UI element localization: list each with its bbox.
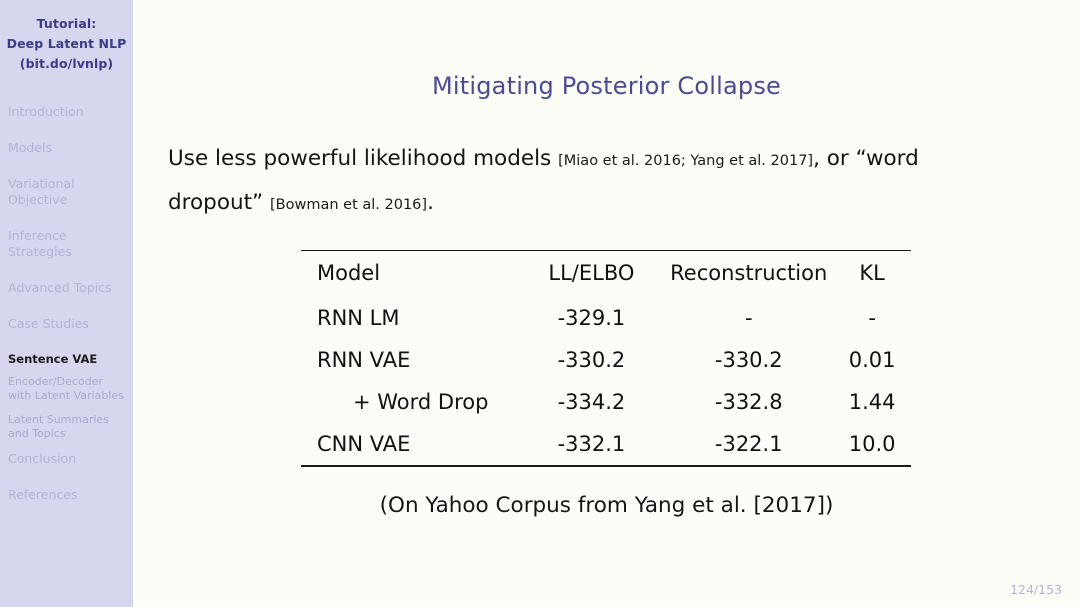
slide-root: Tutorial: Deep Latent NLP (bit.do/lvnlp)… [0, 0, 1080, 607]
cell-model: RNN VAE [317, 348, 411, 372]
body-paragraph: Use less powerful likelihood models [Mia… [168, 138, 986, 226]
cell-model: CNN VAE [317, 432, 411, 456]
sidebar-item-inference-strategies[interactable]: Inference Strategies [0, 228, 133, 260]
column-header-reconstruction: Reconstruction [670, 261, 828, 285]
cell-reconstruction: -332.8 [714, 390, 783, 414]
page-number: 124/153 [1010, 582, 1062, 597]
results-table-wrapper: Model LL/ELBO Reconstruction KL RNN LM -… [301, 250, 911, 467]
citation-bowman: [Bowman et al. 2016] [270, 197, 428, 213]
sidebar-title: Tutorial: Deep Latent NLP (bit.do/lvnlp) [0, 0, 133, 74]
cell-reconstruction: -322.1 [714, 432, 783, 456]
sidebar-nav: Introduction Models Variational Objectiv… [0, 104, 133, 503]
table-header-row: Model LL/ELBO Reconstruction KL [301, 250, 911, 298]
cell-ll-elbo: -330.2 [557, 348, 626, 372]
sidebar-item-variational-objective[interactable]: Variational Objective [0, 176, 133, 208]
table-row: CNN VAE -332.1 -322.1 10.0 [301, 423, 911, 466]
sidebar: Tutorial: Deep Latent NLP (bit.do/lvnlp)… [0, 0, 133, 607]
table-caption: (On Yahoo Corpus from Yang et al. [2017]… [379, 493, 834, 518]
cell-model: + Word Drop [353, 390, 489, 414]
cell-reconstruction: -330.2 [714, 348, 783, 372]
column-header-model: Model [317, 261, 381, 285]
table-head: Model LL/ELBO Reconstruction KL [301, 250, 911, 298]
sidebar-item-advanced-topics[interactable]: Advanced Topics [0, 280, 133, 296]
sidebar-item-introduction[interactable]: Introduction [0, 104, 133, 120]
sidebar-item-case-studies[interactable]: Case Studies [0, 316, 133, 332]
cell-ll-elbo: -332.1 [557, 432, 626, 456]
cell-kl: - [868, 306, 876, 330]
slide-content: Mitigating Posterior Collapse Use less p… [133, 0, 1080, 607]
sidebar-title-line-1: Tutorial: [36, 16, 97, 31]
cell-kl: 0.01 [848, 348, 896, 372]
cell-kl: 1.44 [848, 390, 896, 414]
cell-model: RNN LM [317, 306, 400, 330]
cell-reconstruction: - [744, 306, 753, 330]
table-row: RNN LM -329.1 - - [301, 297, 911, 339]
sidebar-item-conclusion[interactable]: Conclusion [0, 451, 133, 467]
sidebar-item-references[interactable]: References [0, 487, 133, 503]
cell-ll-elbo: -334.2 [557, 390, 626, 414]
page-title: Mitigating Posterior Collapse [431, 72, 782, 100]
body-segment-3: . [427, 190, 434, 215]
citation-miao-yang: [Miao et al. 2016; Yang et al. 2017] [558, 153, 814, 169]
sidebar-item-latent-summaries-and-topics[interactable]: Latent Summaries and Topics [0, 413, 133, 441]
cell-kl: 10.0 [848, 432, 896, 456]
body-segment-1: Use less powerful likelihood models [168, 146, 559, 171]
sidebar-item-encoder-decoder-with-latent-variables[interactable]: Encoder/Decoder with Latent Variables [0, 375, 133, 403]
sidebar-item-models[interactable]: Models [0, 140, 133, 156]
column-header-kl: KL [859, 261, 885, 285]
sidebar-title-line-3[interactable]: (bit.do/lvnlp) [6, 54, 127, 74]
column-header-ll-elbo: LL/ELBO [548, 261, 635, 285]
table-row: + Word Drop -334.2 -332.8 1.44 [301, 381, 911, 423]
cell-ll-elbo: -329.1 [557, 306, 626, 330]
table-body: RNN LM -329.1 - - RNN VAE -330.2 -330.2 … [301, 297, 911, 466]
results-table: Model LL/ELBO Reconstruction KL RNN LM -… [301, 250, 911, 467]
sidebar-title-line-2: Deep Latent NLP [6, 36, 127, 51]
sidebar-item-sentence-vae[interactable]: Sentence VAE [0, 352, 133, 366]
table-row: RNN VAE -330.2 -330.2 0.01 [301, 339, 911, 381]
